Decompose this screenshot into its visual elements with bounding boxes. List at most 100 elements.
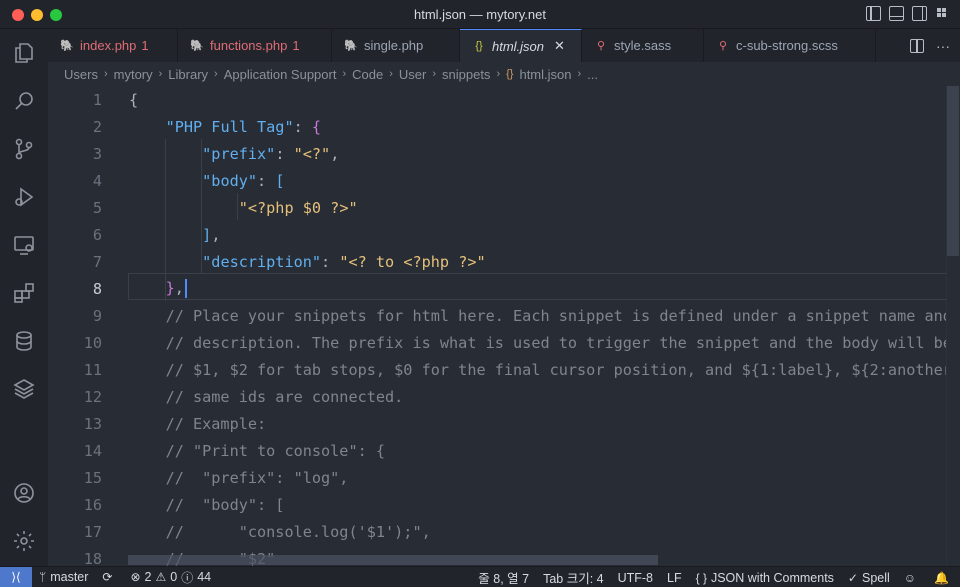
problem-count-badge: 1: [141, 38, 149, 53]
breadcrumb-item[interactable]: Users: [64, 67, 98, 82]
spell-label: Spell: [861, 570, 890, 585]
scrollbar-thumb[interactable]: [947, 86, 959, 256]
tab-label: single.php: [364, 38, 424, 53]
code-line: 11 // $1, $2 for tab stops, $0 for the f…: [48, 356, 960, 383]
php-icon: 🐘: [190, 40, 204, 52]
code-comment: // Place your snippets for html here. Ea…: [165, 306, 952, 325]
breadcrumb: Users › mytory › Library › Application Supp…: [48, 62, 960, 86]
problems-indicator[interactable]: ⊗ 2 ⚠ 0 ⓘ 44: [123, 567, 218, 587]
breadcrumb-separator: ›: [342, 68, 347, 80]
editor-tabs: 🐘 index.php 1 🐘 functions.php 1 🐘 single…: [48, 29, 960, 62]
code-line: 4 "body": [: [48, 167, 960, 194]
info-icon: ⓘ: [181, 570, 194, 585]
code-comment: // "body": [: [129, 495, 285, 514]
breadcrumb-item[interactable]: mytory: [114, 67, 153, 82]
error-icon: ⊗: [130, 570, 141, 584]
breadcrumb-symbol[interactable]: ...: [587, 67, 598, 82]
json-icon: { }: [695, 570, 707, 585]
line-number: 17: [83, 522, 102, 541]
account-icon[interactable]: [0, 469, 48, 517]
source-control-icon[interactable]: [0, 125, 48, 173]
breadcrumb-item[interactable]: Code: [352, 67, 383, 82]
breadcrumb-separator: ›: [214, 68, 218, 80]
breadcrumb-item[interactable]: User: [399, 67, 426, 82]
run-debug-icon[interactable]: [0, 173, 48, 221]
text-cursor: [184, 279, 187, 298]
explorer-icon[interactable]: [0, 29, 48, 77]
encoding[interactable]: UTF-8: [611, 567, 660, 587]
sass-icon: ⚲: [718, 40, 728, 52]
toggle-secondary-sidebar-icon[interactable]: [912, 6, 927, 21]
bell-icon: 🔔: [934, 570, 949, 585]
settings-gear-icon[interactable]: [0, 517, 48, 565]
check-icon: ✓: [847, 570, 858, 585]
code-text: "description": "<? to <?php ?>": [202, 252, 486, 271]
tab-functions-php[interactable]: 🐘 functions.php 1: [178, 29, 332, 62]
breadcrumb-separator: ›: [389, 68, 393, 80]
line-number: 4: [92, 171, 102, 190]
tab-style-sass[interactable]: ⚲ style.sass: [582, 29, 704, 62]
notifications-button[interactable]: 🔔: [927, 567, 960, 587]
tab-single-php[interactable]: 🐘 single.php: [332, 29, 460, 62]
branch-indicator[interactable]: ᛘ master: [32, 567, 95, 587]
code-comment: // description. The prefix is what is us…: [165, 333, 952, 352]
code-line: 2 "PHP Full Tag": {: [48, 113, 960, 140]
git-branch-icon: ᛘ: [39, 570, 47, 584]
line-number: 3: [92, 144, 102, 163]
line-number: 5: [92, 198, 102, 217]
status-bar: ⟩⟨ ᛘ master ⟳ ⊗ 2 ⚠ 0 ⓘ 44 줄 8, 열 7 Tab …: [0, 566, 960, 587]
breadcrumb-item[interactable]: snippets: [442, 67, 490, 82]
line-number: 16: [83, 495, 102, 514]
breadcrumb-separator: ›: [432, 68, 437, 80]
tab-c-sub-strong-scss[interactable]: ⚲ c-sub-strong.scss: [704, 29, 876, 62]
json-icon: {}: [475, 40, 483, 52]
language-mode[interactable]: { } JSON with Comments: [689, 567, 841, 587]
breadcrumb-item[interactable]: Library: [168, 67, 208, 82]
extensions-icon[interactable]: [0, 269, 48, 317]
search-icon[interactable]: [0, 77, 48, 125]
code-line: 15 // "prefix": "log",: [48, 464, 960, 491]
php-icon: 🐘: [60, 40, 74, 52]
code-line-current: 8 },: [48, 275, 960, 302]
cursor-position[interactable]: 줄 8, 열 7: [471, 567, 536, 587]
more-actions-icon[interactable]: ···: [936, 38, 950, 54]
code-text: "body": [: [202, 171, 285, 190]
code-text: "<?php $0 ?>": [238, 198, 358, 217]
warning-icon: ⚠: [155, 570, 167, 584]
php-icon: 🐘: [344, 40, 358, 52]
breadcrumb-item[interactable]: Application Support: [224, 67, 337, 82]
code-line: 6 ],: [48, 221, 960, 248]
close-tab-icon[interactable]: ✕: [554, 38, 565, 54]
horizontal-scrollbar[interactable]: [128, 555, 658, 565]
code-text: {: [129, 90, 139, 109]
line-number: 15: [83, 468, 102, 487]
spell-check[interactable]: ✓ Spell: [841, 567, 897, 587]
toggle-primary-sidebar-icon[interactable]: [866, 6, 881, 21]
code-line: 17 // "console.log('$1');",: [48, 518, 960, 545]
line-number: 9: [92, 306, 102, 325]
layers-icon[interactable]: [0, 365, 48, 413]
feedback-button[interactable]: ☺: [897, 567, 927, 587]
breadcrumb-file[interactable]: html.json: [519, 67, 571, 82]
remote-indicator-icon[interactable]: ⟩⟨: [0, 566, 32, 587]
code-editor[interactable]: 1 { 2 "PHP Full Tag": { 3 "prefix": "<?"…: [48, 86, 960, 566]
feedback-icon: ☺: [903, 570, 917, 585]
toggle-panel-icon[interactable]: [889, 6, 904, 21]
line-number: 7: [92, 252, 102, 271]
warning-count: 0: [170, 570, 178, 584]
remote-explorer-icon[interactable]: [0, 221, 48, 269]
database-icon[interactable]: [0, 317, 48, 365]
end-of-line[interactable]: LF: [660, 567, 689, 587]
split-editor-icon[interactable]: [910, 38, 924, 53]
code-line: 1 {: [48, 86, 960, 113]
customize-layout-icon[interactable]: [935, 6, 950, 21]
sync-button[interactable]: ⟳: [95, 567, 123, 587]
indentation[interactable]: Tab 크기: 4: [536, 567, 611, 587]
breadcrumb-separator: ›: [158, 68, 163, 80]
branch-name: master: [50, 570, 89, 584]
tab-html-json[interactable]: {} html.json ✕: [460, 29, 582, 62]
json-icon: {}: [506, 68, 514, 80]
code-comment: // "console.log('$1');",: [129, 522, 431, 541]
vertical-scrollbar[interactable]: [946, 86, 960, 566]
tab-index-php[interactable]: 🐘 index.php 1: [48, 29, 178, 62]
